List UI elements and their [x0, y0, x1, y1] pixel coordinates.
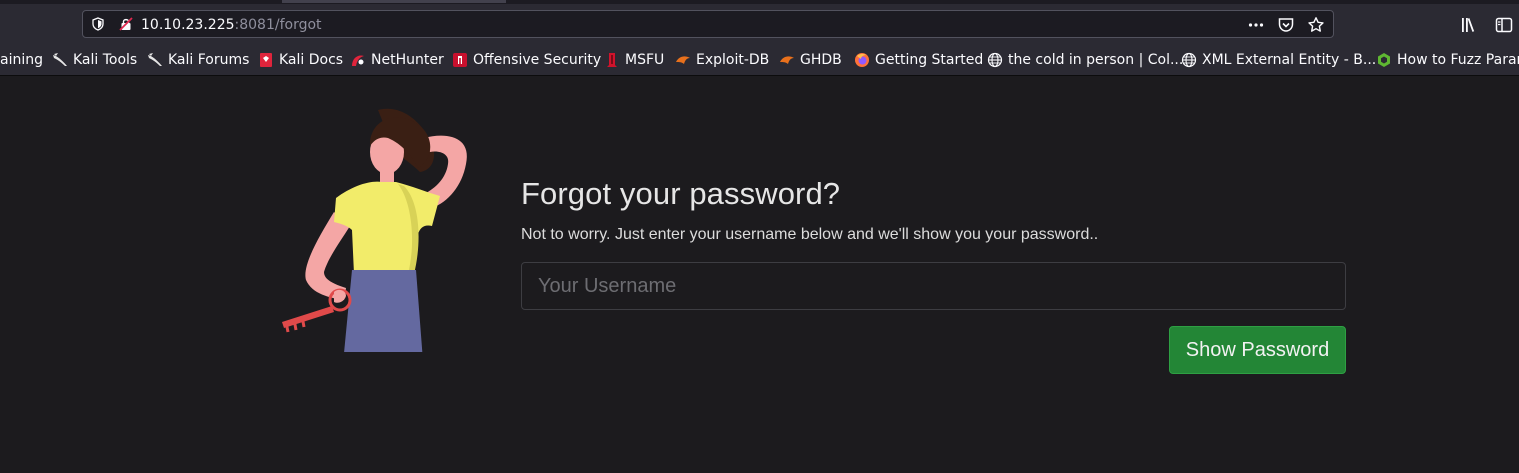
kali-dragon-icon	[53, 53, 67, 66]
more-actions-icon[interactable]	[1247, 16, 1265, 34]
bookmark-ghdb[interactable]: GHDB	[779, 51, 842, 69]
bookmark-label: MSFU	[625, 52, 665, 68]
bookmark-label: aining	[0, 52, 43, 68]
bookmarks-toolbar: aining Kali Tools Kali Forums Kali Docs …	[0, 44, 1519, 76]
bookmark-label: Kali Docs	[279, 52, 344, 68]
ghdb-icon	[780, 56, 794, 64]
bookmark-label: How to Fuzz Param	[1397, 52, 1519, 68]
page-subtitle: Not to worry. Just enter your username b…	[521, 226, 1099, 243]
bookmark-label: Kali Tools	[73, 52, 138, 68]
bookmark-label: GHDB	[800, 52, 842, 68]
address-bar[interactable]: 10.10.23.225:8081/forgot	[82, 10, 1334, 38]
bookmark-training[interactable]: aining	[0, 51, 43, 69]
msfu-icon	[607, 53, 617, 67]
green-hex-icon	[1378, 53, 1390, 67]
url-text[interactable]: 10.10.23.225:8081/forgot	[141, 17, 322, 33]
bookmark-the-cold-in-person[interactable]: the cold in person | Col...	[987, 51, 1183, 69]
insecure-lock-icon[interactable]	[119, 17, 133, 31]
bookmark-label: NetHunter	[371, 52, 444, 68]
bookmark-how-to-fuzz[interactable]: How to Fuzz Param	[1376, 51, 1519, 69]
bookmark-getting-started[interactable]: Getting Started	[854, 51, 983, 69]
bookmark-xml-external-entity[interactable]: XML External Entity - B...	[1181, 51, 1376, 69]
bookmark-label: XML External Entity - B...	[1202, 52, 1377, 68]
navigation-toolbar: 10.10.23.225:8081/forgot	[0, 4, 1519, 44]
woman-holding-key-illustration	[282, 108, 467, 352]
bookmark-star-icon[interactable]	[1307, 16, 1325, 34]
tracking-protection-shield-icon[interactable]	[91, 17, 105, 31]
bookmark-msfu[interactable]: MSFU	[604, 51, 664, 69]
kali-dragon-icon	[148, 53, 162, 66]
bookmark-kali-forums[interactable]: Kali Forums	[147, 51, 249, 69]
bookmark-label: Getting Started	[875, 52, 984, 68]
url-path: :8081/forgot	[234, 17, 322, 33]
firefox-icon	[855, 53, 869, 67]
bookmark-kali-docs[interactable]: Kali Docs	[258, 51, 343, 69]
bookmark-label: Exploit-DB	[696, 52, 770, 68]
bookmark-kali-tools[interactable]: Kali Tools	[52, 51, 137, 69]
bookmark-nethunter[interactable]: NetHunter	[350, 51, 444, 69]
bookmark-label: the cold in person | Col...	[1008, 52, 1184, 68]
pocket-icon[interactable]	[1277, 16, 1295, 34]
library-icon[interactable]	[1460, 16, 1480, 34]
show-password-button[interactable]: Show Password	[1169, 326, 1346, 374]
page-action-icons	[1247, 16, 1325, 34]
exploit-db-icon	[676, 56, 690, 64]
bookmark-offensive-security[interactable]: Offensive Security	[452, 51, 601, 69]
sidebar-icon[interactable]	[1494, 16, 1514, 34]
globe-icon	[987, 52, 1003, 68]
bookmark-label: Kali Forums	[168, 52, 250, 68]
kali-docs-icon	[260, 53, 272, 67]
globe-icon	[1181, 52, 1197, 68]
active-tab-indicator[interactable]	[282, 0, 506, 3]
toolbar-right-icons	[1460, 16, 1514, 34]
page-title: Forgot your password?	[521, 176, 841, 211]
offsec-icon	[453, 53, 467, 67]
forgot-password-page: Forgot your password? Not to worry. Just…	[0, 76, 1519, 473]
bookmark-label: Offensive Security	[473, 52, 602, 68]
url-host: 10.10.23.225	[141, 17, 235, 33]
nethunter-icon	[352, 55, 364, 66]
username-input[interactable]	[521, 262, 1346, 310]
bookmark-exploit-db[interactable]: Exploit-DB	[675, 51, 769, 69]
